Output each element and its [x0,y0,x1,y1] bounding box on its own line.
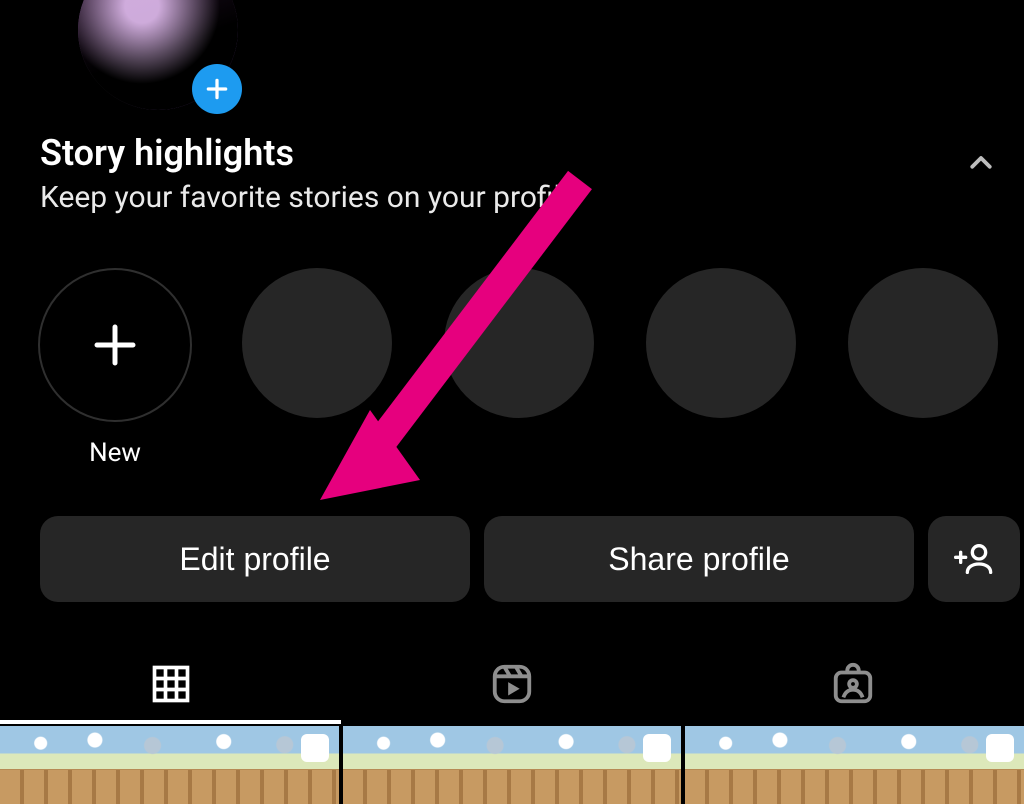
posts-grid-row [0,726,1024,804]
multi-photo-icon [986,734,1014,762]
add-user-icon [954,539,994,579]
highlight-placeholder [444,268,594,418]
post-thumbnail[interactable] [0,726,339,804]
profile-action-row: Edit profile Share profile [40,516,1024,602]
profile-tabs [0,648,1024,720]
highlight-placeholder [646,268,796,418]
highlight-placeholder [848,268,998,418]
post-thumbnail[interactable] [685,726,1024,804]
highlights-subtitle: Keep your favorite stories on your profi… [40,180,577,215]
plus-icon [204,76,230,102]
post-thumbnail[interactable] [343,726,682,804]
chevron-up-icon [966,148,996,178]
tab-reels[interactable] [341,648,682,720]
tab-tagged[interactable] [683,648,1024,720]
plus-icon [88,318,142,372]
edit-profile-button[interactable]: Edit profile [40,516,470,602]
add-story-badge[interactable] [192,64,242,114]
avatar-container [78,0,238,110]
multi-photo-icon [301,734,329,762]
reels-icon [489,661,535,707]
multi-photo-icon [643,734,671,762]
highlights-title: Story highlights [40,132,294,174]
collapse-highlights[interactable] [966,148,996,178]
active-tab-indicator [0,720,341,724]
tab-grid[interactable] [0,648,341,720]
highlight-new-label: New [89,438,141,468]
highlight-placeholder [242,268,392,418]
share-profile-button[interactable]: Share profile [484,516,914,602]
tagged-icon [830,661,876,707]
discover-people-button[interactable] [928,516,1020,602]
highlights-row: New [40,268,998,468]
grid-icon [149,662,193,706]
highlight-new[interactable]: New [40,268,190,468]
